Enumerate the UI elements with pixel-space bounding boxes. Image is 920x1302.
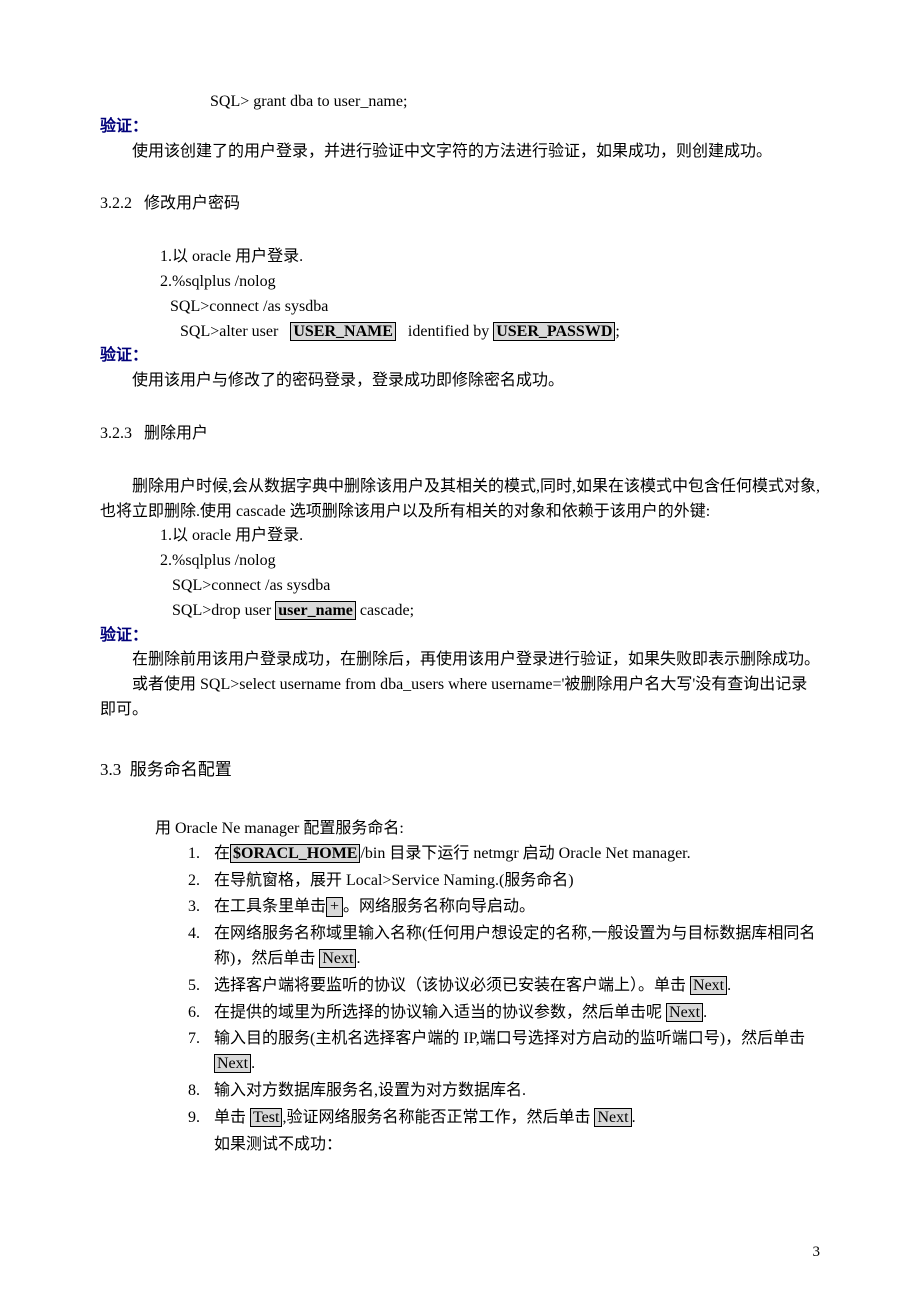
- step-num: 7.: [178, 1027, 200, 1052]
- text: 在导航窗格，展开 Local>Service Naming.(服务命名): [214, 869, 820, 894]
- section-33-heading: 3.3 服务命名配置: [100, 757, 820, 783]
- user-name-box: user_name: [275, 601, 356, 620]
- list-item: 9. 单击 Test,验证网络服务名称能否正常工作，然后单击 Next.: [178, 1106, 820, 1131]
- s323-step4: SQL>drop user user_name cascade;: [100, 599, 820, 624]
- section-num: 3.2.2: [100, 195, 132, 212]
- s322-step3: SQL>connect /as sysdba: [100, 295, 820, 320]
- user-name-box: USER_NAME: [290, 322, 396, 341]
- next-button-box: Next: [690, 976, 727, 995]
- s322-step2: 2.%sqlplus /nolog: [100, 270, 820, 295]
- test-button-box: Test: [250, 1108, 282, 1127]
- next-button-box: Next: [666, 1003, 703, 1022]
- next-button-box: Next: [594, 1108, 631, 1127]
- verify-heading-2: 验证：: [100, 344, 820, 369]
- text: .: [251, 1055, 255, 1072]
- section-num: 3.2.3: [100, 425, 132, 442]
- verify-heading-3: 验证：: [100, 624, 820, 649]
- s323-step2: 2.%sqlplus /nolog: [100, 549, 820, 574]
- page-number: 3: [813, 1241, 821, 1264]
- document-page: SQL> grant dba to user_name; 验证： 使用该创建了的…: [0, 0, 920, 1302]
- s322-step4: SQL>alter user USER_NAME identified by U…: [100, 320, 820, 345]
- verify-heading-1: 验证：: [100, 115, 820, 140]
- list-item: 6. 在提供的域里为所选择的协议输入适当的协议参数，然后单击呢 Next.: [178, 1001, 820, 1026]
- verify-text-2: 使用该用户与修改了的密码登录，登录成功即修除密名成功。: [100, 369, 820, 394]
- section-title: 删除用户: [144, 425, 208, 442]
- step-num: 8.: [178, 1079, 200, 1104]
- s33-tail: 如果测试不成功：: [214, 1133, 820, 1158]
- text: SQL>alter user: [180, 323, 278, 340]
- section-title: 修改用户密码: [144, 195, 240, 212]
- text: .: [356, 950, 360, 967]
- list-item: 8. 输入对方数据库服务名,设置为对方数据库名.: [178, 1079, 820, 1104]
- sql-grant-line: SQL> grant dba to user_name;: [100, 90, 820, 115]
- list-item: 4. 在网络服务名称域里输入名称(任何用户想设定的名称,一般设置为与目标数据库相…: [178, 922, 820, 972]
- step-num: 2.: [178, 869, 200, 894]
- text: identified by: [408, 323, 489, 340]
- step-num: 4.: [178, 922, 200, 947]
- s323-step3: SQL>connect /as sysdba: [100, 574, 820, 599]
- verify-text-3a: 在删除前用该用户登录成功，在删除后，再使用该用户登录进行验证，如果失败即表示删除…: [100, 648, 820, 673]
- text: 在工具条里单击: [214, 898, 326, 915]
- list-item: 3. 在工具条里单击+。网络服务名称向导启动。: [178, 895, 820, 920]
- verify-text-1: 使用该创建了的用户登录，并进行验证中文字符的方法进行验证，如果成功，则创建成功。: [100, 140, 820, 165]
- text: 输入目的服务(主机名选择客户端的 IP,端口号选择对方启动的监听端口号)，然后单…: [214, 1030, 805, 1047]
- text: .: [727, 977, 731, 994]
- list-item: 1. 在$ORACL_HOME/bin 目录下运行 netmgr 启动 Orac…: [178, 842, 820, 867]
- step-num: 3.: [178, 895, 200, 920]
- text: 选择客户端将要监听的协议（该协议必须已安装在客户端上）。单击: [214, 977, 690, 994]
- s33-intro: 用 Oracle Ne manager 配置服务命名:: [100, 817, 820, 842]
- list-item: 2. 在导航窗格，展开 Local>Service Naming.(服务命名): [178, 869, 820, 894]
- text: ,验证网络服务名称能否正常工作，然后单击: [282, 1109, 594, 1126]
- oracle-home-box: $ORACL_HOME: [230, 844, 360, 863]
- step-num: 9.: [178, 1106, 200, 1131]
- text: ;: [615, 323, 619, 340]
- text: .: [703, 1004, 707, 1021]
- ordered-steps: 1. 在$ORACL_HOME/bin 目录下运行 netmgr 启动 Orac…: [178, 842, 820, 1131]
- list-item: 5. 选择客户端将要监听的协议（该协议必须已安装在客户端上）。单击 Next.: [178, 974, 820, 999]
- s323-intro: 删除用户时候,会从数据字典中删除该用户及其相关的模式,同时,如果在该模式中包含任…: [100, 475, 820, 525]
- text: .: [632, 1109, 636, 1126]
- text: 在网络服务名称域里输入名称(任何用户想设定的名称,一般设置为与目标数据库相同名称…: [214, 925, 815, 967]
- step-num: 6.: [178, 1001, 200, 1026]
- section-title: 服务命名配置: [130, 760, 232, 779]
- list-item: 7. 输入目的服务(主机名选择客户端的 IP,端口号选择对方启动的监听端口号)，…: [178, 1027, 820, 1077]
- next-button-box: Next: [214, 1054, 251, 1073]
- s322-step1: 1.以 oracle 用户登录.: [100, 245, 820, 270]
- section-322-heading: 3.2.2 修改用户密码: [100, 192, 820, 217]
- text: cascade;: [356, 602, 414, 619]
- text: /bin 目录下运行 netmgr 启动 Oracle Net manager.: [360, 845, 690, 862]
- next-button-box: Next: [319, 949, 356, 968]
- s323-step1: 1.以 oracle 用户登录.: [100, 524, 820, 549]
- step-num: 1.: [178, 842, 200, 867]
- text: 单击: [214, 1109, 250, 1126]
- text: 在提供的域里为所选择的协议输入适当的协议参数，然后单击呢: [214, 1004, 666, 1021]
- section-num: 3.3: [100, 760, 121, 779]
- user-passwd-box: USER_PASSWD: [493, 322, 615, 341]
- verify-text-3b: 或者使用 SQL>select username from dba_users …: [100, 673, 820, 723]
- text: SQL>drop user: [172, 602, 275, 619]
- text: 。网络服务名称向导启动。: [343, 898, 535, 915]
- text: 输入对方数据库服务名,设置为对方数据库名.: [214, 1079, 820, 1104]
- plus-icon: +: [326, 897, 343, 917]
- step-num: 5.: [178, 974, 200, 999]
- section-323-heading: 3.2.3 删除用户: [100, 422, 820, 447]
- text: 在: [214, 845, 230, 862]
